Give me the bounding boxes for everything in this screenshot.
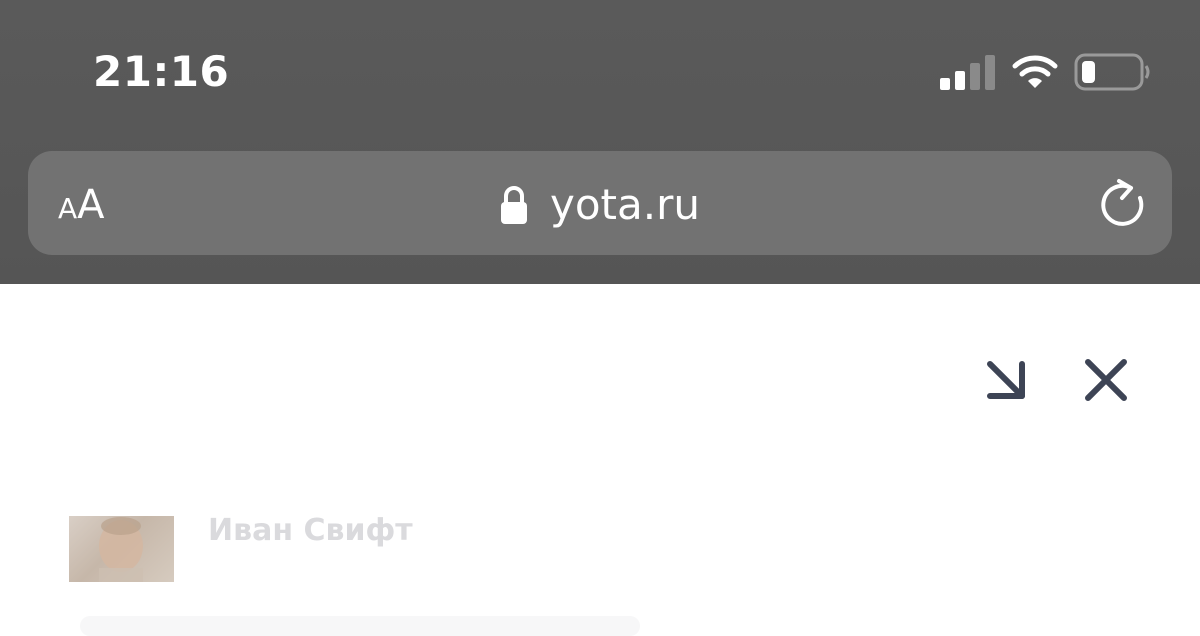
text-size-label-large: A: [77, 182, 105, 228]
battery-low-icon: [1074, 53, 1150, 91]
status-icons: [940, 52, 1152, 92]
agent-name: Иван Свифт: [208, 513, 413, 548]
status-time: 21:16: [93, 47, 230, 96]
cellular-signal-icon: [940, 55, 995, 90]
url-text[interactable]: yota.ru: [550, 176, 700, 234]
text-size-button[interactable]: AA: [58, 180, 105, 230]
wifi-icon: [1012, 55, 1058, 88]
agent-header: Иван Свифт: [69, 513, 413, 582]
close-chat-button[interactable]: [1082, 356, 1130, 404]
minimize-chat-button[interactable]: [982, 356, 1030, 404]
message-bubble: [80, 616, 640, 636]
text-size-label-small: A: [58, 192, 78, 225]
agent-avatar: [69, 516, 174, 582]
reload-button[interactable]: [1094, 177, 1150, 233]
